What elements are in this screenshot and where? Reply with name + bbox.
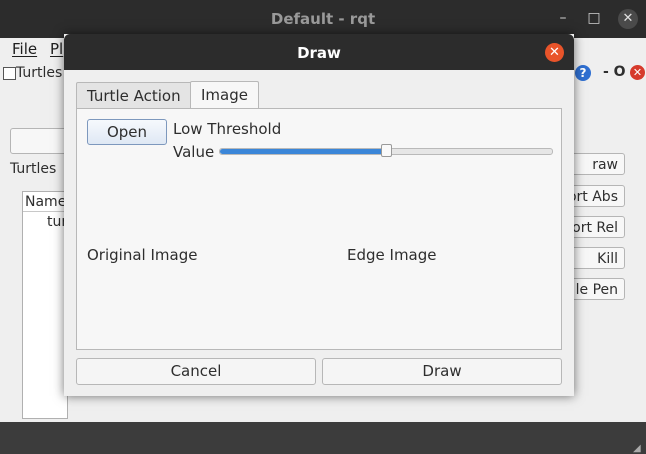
dialog-title: Draw — [297, 44, 341, 62]
plugin-title: Turtles — [16, 65, 63, 81]
tab-turtle-action[interactable]: Turtle Action — [76, 82, 192, 108]
turtles-list[interactable]: Name tur — [22, 191, 68, 419]
image-tab-pane: Open Low Threshold Value Original Image … — [76, 108, 562, 350]
value-label: Value — [173, 143, 215, 161]
original-image-label: Original Image — [87, 246, 198, 264]
edge-image-label: Edge Image — [347, 246, 437, 264]
tab-image[interactable]: Image — [190, 81, 259, 109]
main-window-title: Default - rqt — [270, 10, 376, 28]
low-threshold-label: Low Threshold — [173, 120, 282, 138]
help-icon[interactable]: ? — [575, 65, 591, 81]
threshold-slider[interactable] — [219, 144, 553, 157]
maximize-button[interactable]: □ — [585, 10, 603, 26]
slider-handle[interactable] — [381, 144, 392, 157]
pencil-icon — [3, 67, 16, 80]
top-button[interactable] — [10, 128, 68, 154]
resize-grip-icon[interactable]: ◢ — [633, 443, 643, 454]
plugin-close-icon[interactable]: ✕ — [630, 65, 645, 80]
main-titlebar: Default - rqt – □ ✕ — [0, 0, 646, 38]
close-window-button[interactable]: ✕ — [618, 9, 638, 29]
dialog-titlebar: Draw ✕ — [64, 34, 574, 70]
turtles-label: Turtles — [10, 161, 57, 177]
minimize-button[interactable]: – — [554, 10, 572, 26]
list-header-name[interactable]: Name — [23, 192, 67, 212]
slider-fill — [220, 149, 387, 154]
open-button[interactable]: Open — [87, 119, 167, 145]
draw-button[interactable]: Draw — [322, 358, 562, 385]
plugin-dock-controls[interactable]: - O — [603, 64, 626, 80]
cancel-button[interactable]: Cancel — [76, 358, 316, 385]
menu-plugins[interactable]: Pl — [50, 40, 63, 58]
draw-dialog: Draw ✕ Turtle Action Image Open Low Thre… — [64, 34, 574, 396]
menu-file[interactable]: File — [12, 40, 37, 58]
dialog-close-icon[interactable]: ✕ — [545, 43, 564, 62]
